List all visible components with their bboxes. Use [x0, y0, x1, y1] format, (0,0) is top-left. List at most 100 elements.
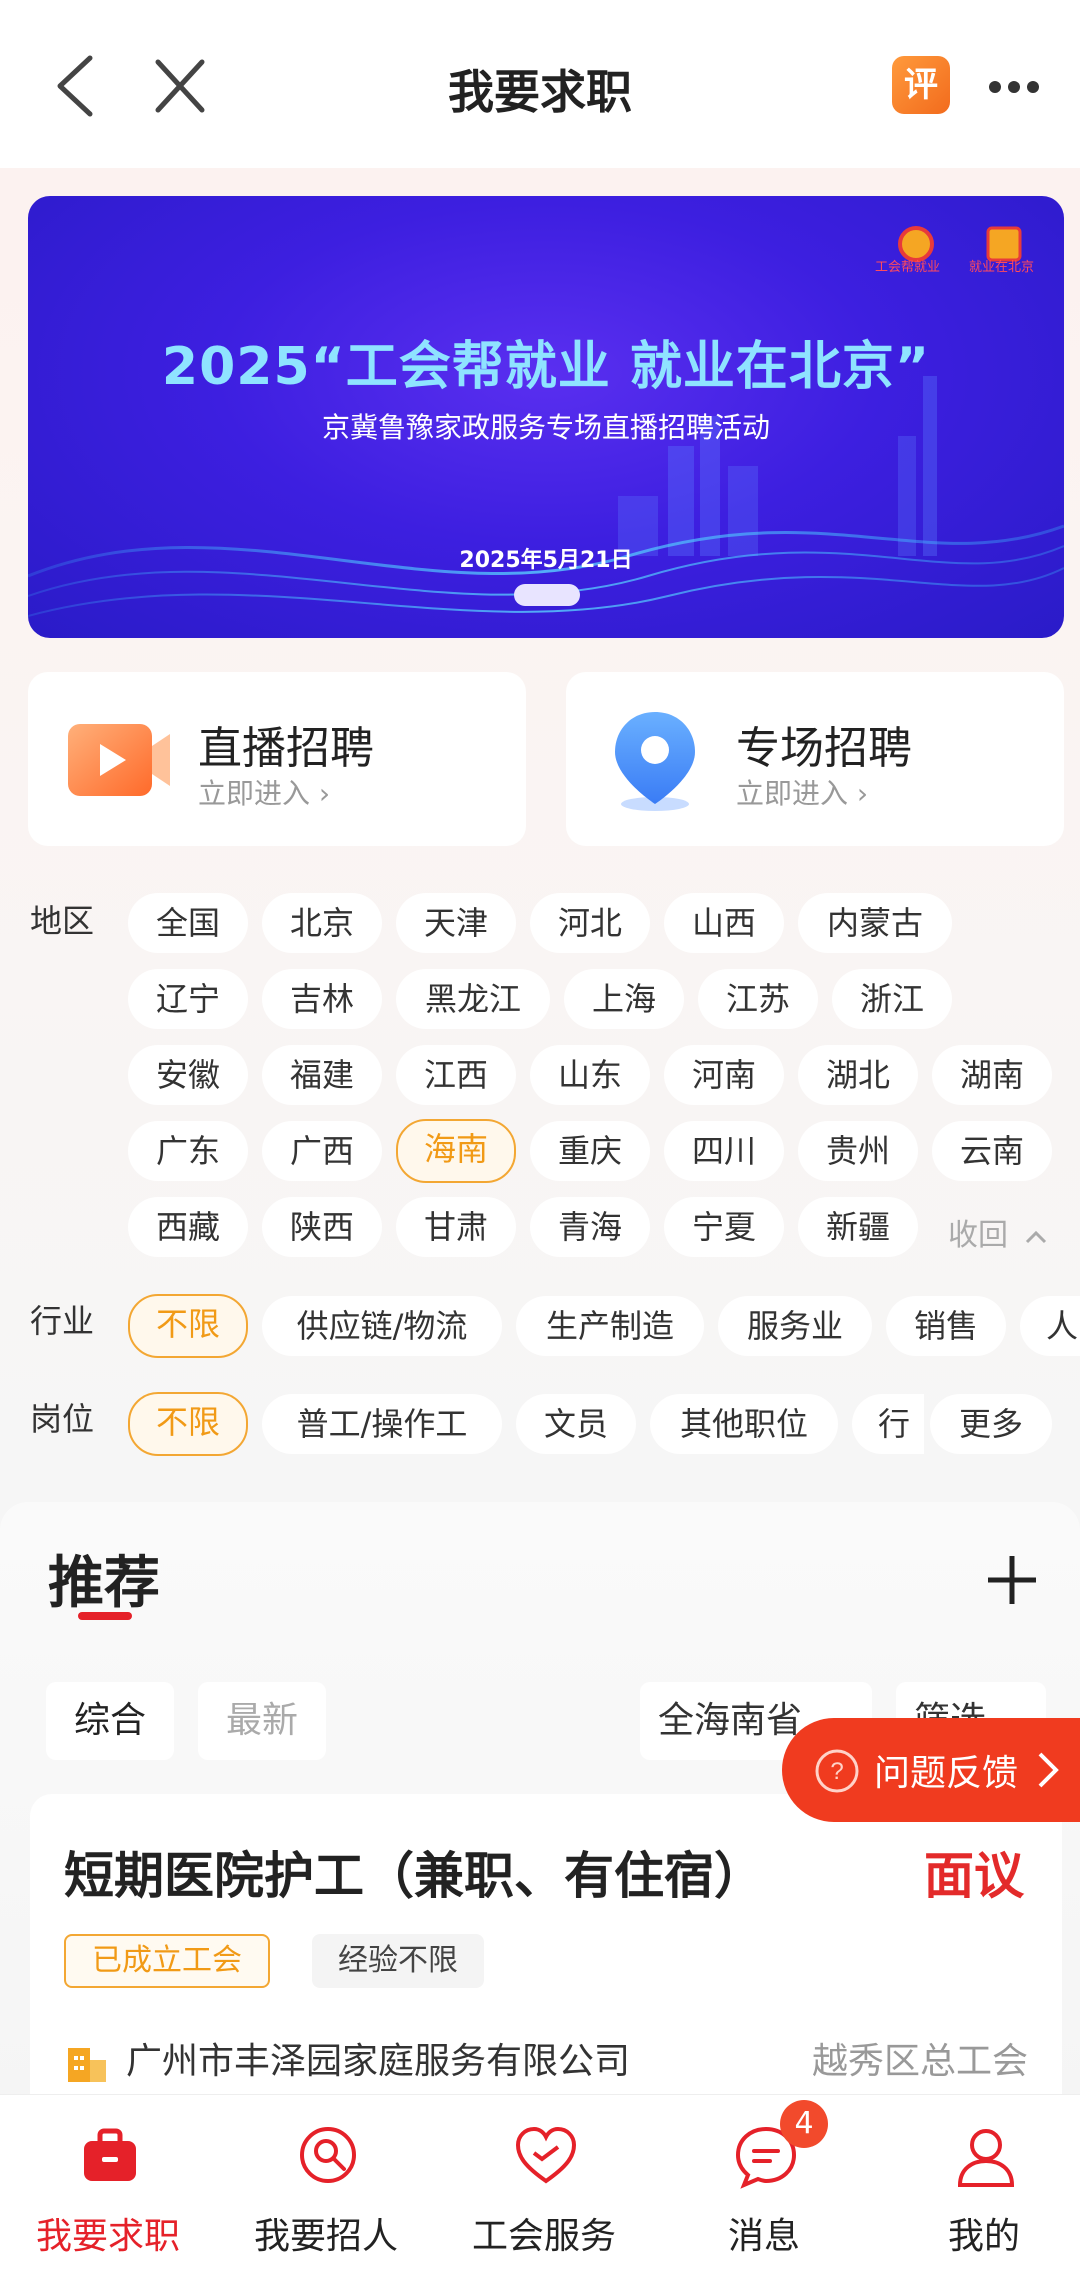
industry-label: 行业 — [30, 1302, 95, 1340]
region-chip[interactable]: 江西 — [396, 1045, 516, 1105]
video-icon — [68, 724, 170, 796]
region-label: 地区 — [30, 902, 95, 940]
nav-profile[interactable]: 我的 — [876, 2095, 1080, 2272]
industry-chip-selected[interactable]: 不限 — [128, 1294, 248, 1358]
entry-title: 专场招聘 — [736, 723, 912, 774]
region-chip[interactable]: 安徽 — [128, 1045, 248, 1105]
promo-banner[interactable]: 工会帮就业 就业在北京 2025“工会帮就业 就业在北京” 京冀鲁豫家政服务专场… — [28, 196, 1064, 638]
banner-date: 2025年5月21日 — [459, 548, 633, 573]
rate-icon[interactable]: 评 — [892, 56, 950, 114]
carousel-indicator — [514, 584, 580, 606]
recommend-title: 推荐 — [48, 1551, 160, 1616]
union-tag: 已成立工会 — [64, 1934, 270, 1988]
region-chip[interactable]: 浙江 — [832, 969, 952, 1029]
collapse-label: 收回 — [948, 1218, 1008, 1253]
region-chip[interactable]: 甘肃 — [396, 1197, 516, 1257]
region-chip[interactable]: 吉林 — [262, 969, 382, 1029]
region-chip[interactable]: 广西 — [262, 1121, 382, 1181]
region-chip[interactable]: 山东 — [530, 1045, 650, 1105]
industry-chip-partial[interactable]: 人 — [1020, 1296, 1080, 1356]
region-chip[interactable]: 广东 — [128, 1121, 248, 1181]
bottom-nav: 我要求职 我要招人 工会服务 消息 我的 — [0, 2094, 1080, 2272]
experience-tag: 经验不限 — [312, 1934, 484, 1988]
sort-latest[interactable]: 最新 — [198, 1682, 326, 1760]
add-icon[interactable] — [984, 1552, 1040, 1608]
sort-comprehensive[interactable]: 综合 — [46, 1682, 174, 1760]
region-chip[interactable]: 上海 — [564, 969, 684, 1029]
nav-job-seek[interactable]: 我要求职 — [0, 2095, 216, 2272]
job-card[interactable]: 短期医院护工（兼职、有住宿） 面议 已成立工会 经验不限 广州市丰泽园家庭服务有… — [30, 1794, 1062, 2134]
message-badge: 4 — [780, 2100, 828, 2148]
region-chip[interactable]: 青海 — [530, 1197, 650, 1257]
position-chip[interactable]: 文员 — [516, 1394, 636, 1454]
region-chip[interactable]: 贵州 — [798, 1121, 918, 1181]
region-chip[interactable]: 新疆 — [798, 1197, 918, 1257]
nav-union-service[interactable]: 工会服务 — [436, 2095, 652, 2272]
position-chip-selected[interactable]: 不限 — [128, 1392, 248, 1456]
logo-right-text: 就业在北京 — [968, 260, 1034, 275]
chevron-up-icon — [1025, 1230, 1046, 1244]
region-chip[interactable]: 全国 — [128, 893, 248, 953]
region-chip[interactable]: 宁夏 — [664, 1197, 784, 1257]
industry-chip[interactable]: 服务业 — [718, 1296, 872, 1356]
user-icon — [957, 2129, 1015, 2187]
position-chip-partial[interactable]: 行 — [852, 1394, 924, 1454]
position-label: 岗位 — [30, 1400, 95, 1438]
region-chip[interactable]: 江苏 — [698, 969, 818, 1029]
industry-chip[interactable]: 供应链/物流 — [262, 1296, 502, 1356]
region-chip-selected[interactable]: 海南 — [396, 1119, 516, 1183]
union-org: 越秀区总工会 — [811, 2041, 1028, 2082]
nav-label: 我要求职 — [35, 2216, 180, 2257]
region-chip[interactable]: 重庆 — [530, 1121, 650, 1181]
region-chip[interactable]: 内蒙古 — [798, 893, 952, 953]
region-chip[interactable]: 云南 — [932, 1121, 1052, 1181]
region-chip[interactable]: 福建 — [262, 1045, 382, 1105]
question-icon: ? — [815, 1749, 859, 1793]
feedback-label: 问题反馈 — [874, 1753, 1019, 1794]
industry-chip[interactable]: 销售 — [886, 1296, 1006, 1356]
region-chip[interactable]: 天津 — [396, 893, 516, 953]
nav-recruit[interactable]: 我要招人 — [218, 2095, 434, 2272]
more-positions-button[interactable]: 更多 — [930, 1394, 1052, 1454]
nav-label: 工会服务 — [471, 2216, 616, 2257]
region-chip[interactable]: 西藏 — [128, 1197, 248, 1257]
title-underline — [78, 1612, 132, 1620]
region-chip[interactable]: 河北 — [530, 893, 650, 953]
region-chip[interactable]: 辽宁 — [128, 969, 248, 1029]
industry-chip[interactable]: 生产制造 — [516, 1296, 704, 1356]
heart-icon — [515, 2126, 577, 2184]
region-chip[interactable]: 北京 — [262, 893, 382, 953]
region-chip[interactable]: 湖南 — [932, 1045, 1052, 1105]
location-pin-icon — [615, 712, 695, 811]
feedback-button[interactable]: ? 问题反馈 — [782, 1718, 1080, 1822]
entry-subtitle: 立即进入 › — [198, 777, 331, 810]
briefcase-icon — [84, 2128, 136, 2181]
entry-subtitle: 立即进入 › — [736, 777, 869, 810]
more-icon[interactable] — [988, 80, 1040, 94]
region-chip[interactable]: 山西 — [664, 893, 784, 953]
region-chip[interactable]: 河南 — [664, 1045, 784, 1105]
banner-subtitle: 京冀鲁豫家政服务专场直播招聘活动 — [321, 411, 770, 444]
company-icon — [68, 2048, 106, 2082]
logo-left-text: 工会帮就业 — [874, 260, 940, 275]
nav-label: 我要招人 — [253, 2216, 398, 2257]
position-chip[interactable]: 普工/操作工 — [262, 1394, 502, 1454]
nav-label: 消息 — [727, 2216, 800, 2257]
region-chip[interactable]: 四川 — [664, 1121, 784, 1181]
special-recruit-card[interactable]: 专场招聘 立即进入 › — [566, 672, 1064, 846]
position-chip[interactable]: 其他职位 — [650, 1394, 838, 1454]
header-bar: 我要求职 评 — [0, 0, 1080, 168]
svg-text:?: ? — [830, 1758, 843, 1785]
collapse-button[interactable]: 收回 — [948, 1210, 1048, 1254]
nav-label: 我的 — [947, 2216, 1020, 2257]
live-recruit-card[interactable]: 直播招聘 立即进入 › — [28, 672, 526, 846]
region-chip[interactable]: 湖北 — [798, 1045, 918, 1105]
entry-title: 直播招聘 — [198, 723, 374, 774]
job-title: 短期医院护工（兼职、有住宿） — [64, 1847, 764, 1905]
chevron-right-icon — [1038, 1752, 1059, 1788]
nav-messages[interactable]: 消息 — [656, 2095, 872, 2272]
region-chip[interactable]: 黑龙江 — [396, 969, 550, 1029]
region-chip[interactable]: 陕西 — [262, 1197, 382, 1257]
area-filter-label: 全海南省 — [658, 1700, 803, 1741]
job-salary: 面议 — [924, 1847, 1024, 1905]
